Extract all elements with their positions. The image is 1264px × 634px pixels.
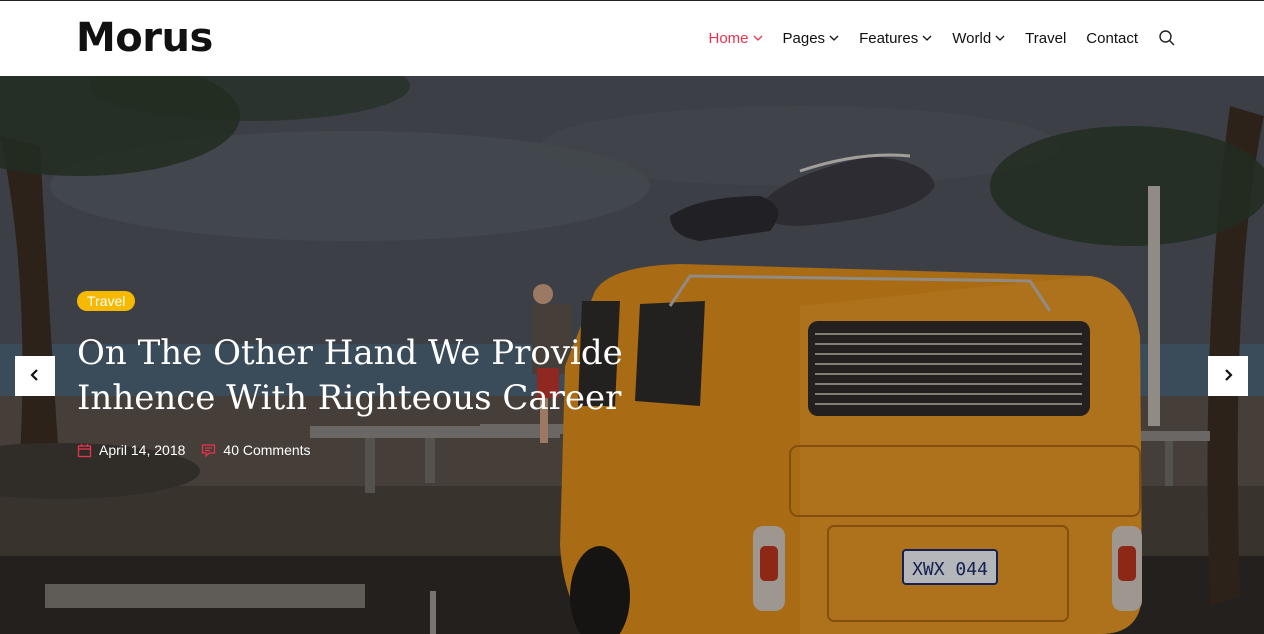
category-badge[interactable]: Travel: [77, 291, 136, 311]
post-meta: April 14, 2018 40 Comments: [77, 442, 327, 458]
nav-item-travel[interactable]: Travel: [1025, 30, 1066, 47]
nav-item-label: Travel: [1025, 29, 1067, 47]
calendar-icon: [77, 443, 92, 458]
site-logo[interactable]: Morus: [76, 15, 213, 61]
nav-item-label: Pages: [782, 29, 826, 47]
chevron-left-icon: [28, 367, 42, 386]
site-header: Morus Home Pages Features World Travel C…: [0, 0, 1264, 76]
nav-item-features[interactable]: Features: [859, 30, 932, 47]
main-nav: Home Pages Features World Travel Contact: [689, 29, 1177, 47]
search-icon[interactable]: [1158, 29, 1176, 47]
chevron-down-icon: [922, 33, 932, 43]
nav-item-home[interactable]: Home: [709, 30, 763, 47]
nav-item-contact[interactable]: Contact: [1086, 30, 1138, 47]
nav-item-label: Home: [708, 29, 749, 47]
hero-slider: XWX 044 Travel On The Other Hand We Prov…: [0, 76, 1264, 634]
chevron-down-icon: [995, 33, 1005, 43]
slider-next-button[interactable]: [1208, 356, 1248, 396]
chevron-right-icon: [1221, 367, 1235, 386]
slider-prev-button[interactable]: [15, 356, 55, 396]
nav-item-label: Contact: [1086, 29, 1138, 47]
post-date: April 14, 2018: [77, 442, 185, 458]
hero-title[interactable]: On The Other Hand We Provide Inhence Wit…: [77, 331, 637, 421]
nav-item-label: Features: [859, 29, 919, 47]
chevron-down-icon: [829, 33, 839, 43]
post-comments[interactable]: 40 Comments: [201, 442, 311, 458]
nav-item-pages[interactable]: Pages: [783, 30, 840, 47]
post-comments-text: 40 Comments: [223, 442, 311, 458]
nav-item-label: World: [952, 29, 992, 47]
comment-icon: [201, 443, 216, 458]
chevron-down-icon: [753, 33, 763, 43]
post-date-text: April 14, 2018: [99, 442, 186, 458]
nav-item-world[interactable]: World: [952, 30, 1005, 47]
